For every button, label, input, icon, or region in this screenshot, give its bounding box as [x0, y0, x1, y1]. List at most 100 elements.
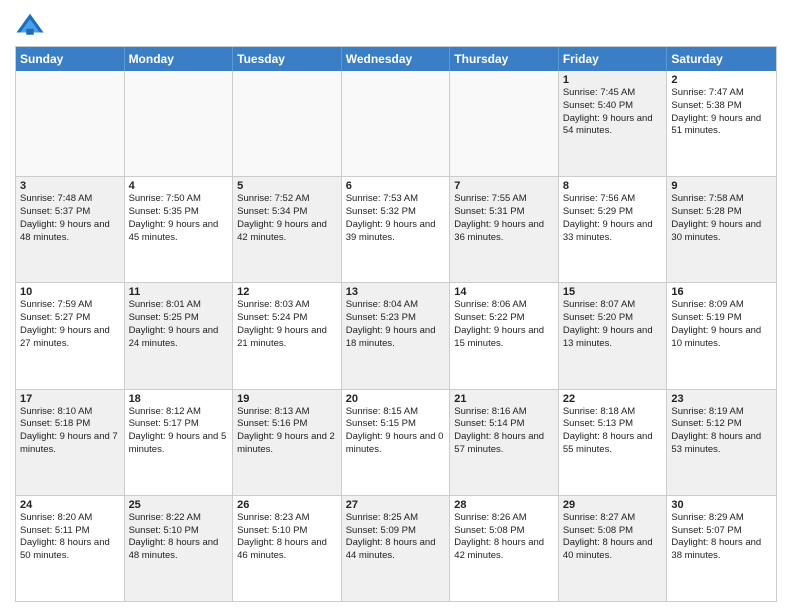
- day-number: 5: [237, 180, 337, 192]
- day-info: Sunrise: 7:59 AM Sunset: 5:27 PM Dayligh…: [20, 299, 120, 350]
- cal-header-cell: Friday: [559, 47, 668, 71]
- cal-header-cell: Monday: [125, 47, 234, 71]
- calendar-cell: 22Sunrise: 8:18 AM Sunset: 5:13 PM Dayli…: [559, 390, 668, 495]
- day-number: 19: [237, 393, 337, 405]
- calendar-cell: [450, 71, 559, 176]
- day-info: Sunrise: 8:12 AM Sunset: 5:17 PM Dayligh…: [129, 406, 229, 457]
- day-info: Sunrise: 8:20 AM Sunset: 5:11 PM Dayligh…: [20, 512, 120, 563]
- calendar-cell: 30Sunrise: 8:29 AM Sunset: 5:07 PM Dayli…: [667, 496, 776, 601]
- day-number: 20: [346, 393, 446, 405]
- day-number: 8: [563, 180, 663, 192]
- calendar-body: 1Sunrise: 7:45 AM Sunset: 5:40 PM Daylig…: [16, 71, 776, 601]
- day-number: 14: [454, 286, 554, 298]
- day-info: Sunrise: 8:23 AM Sunset: 5:10 PM Dayligh…: [237, 512, 337, 563]
- calendar-row: 10Sunrise: 7:59 AM Sunset: 5:27 PM Dayli…: [16, 283, 776, 389]
- calendar-cell: 29Sunrise: 8:27 AM Sunset: 5:08 PM Dayli…: [559, 496, 668, 601]
- day-number: 1: [563, 74, 663, 86]
- day-number: 30: [671, 499, 772, 511]
- calendar-cell: 7Sunrise: 7:55 AM Sunset: 5:31 PM Daylig…: [450, 177, 559, 282]
- day-info: Sunrise: 8:03 AM Sunset: 5:24 PM Dayligh…: [237, 299, 337, 350]
- calendar-cell: 18Sunrise: 8:12 AM Sunset: 5:17 PM Dayli…: [125, 390, 234, 495]
- day-info: Sunrise: 7:45 AM Sunset: 5:40 PM Dayligh…: [563, 87, 663, 138]
- day-number: 17: [20, 393, 120, 405]
- calendar-cell: [342, 71, 451, 176]
- calendar-cell: 1Sunrise: 7:45 AM Sunset: 5:40 PM Daylig…: [559, 71, 668, 176]
- day-number: 16: [671, 286, 772, 298]
- day-info: Sunrise: 8:27 AM Sunset: 5:08 PM Dayligh…: [563, 512, 663, 563]
- day-number: 28: [454, 499, 554, 511]
- day-number: 4: [129, 180, 229, 192]
- calendar-cell: [233, 71, 342, 176]
- calendar-row: 3Sunrise: 7:48 AM Sunset: 5:37 PM Daylig…: [16, 177, 776, 283]
- day-info: Sunrise: 7:47 AM Sunset: 5:38 PM Dayligh…: [671, 87, 772, 138]
- cal-header-cell: Wednesday: [342, 47, 451, 71]
- day-number: 24: [20, 499, 120, 511]
- day-info: Sunrise: 8:26 AM Sunset: 5:08 PM Dayligh…: [454, 512, 554, 563]
- calendar-cell: 15Sunrise: 8:07 AM Sunset: 5:20 PM Dayli…: [559, 283, 668, 388]
- day-info: Sunrise: 7:58 AM Sunset: 5:28 PM Dayligh…: [671, 193, 772, 244]
- day-info: Sunrise: 7:53 AM Sunset: 5:32 PM Dayligh…: [346, 193, 446, 244]
- calendar-cell: 8Sunrise: 7:56 AM Sunset: 5:29 PM Daylig…: [559, 177, 668, 282]
- calendar-row: 1Sunrise: 7:45 AM Sunset: 5:40 PM Daylig…: [16, 71, 776, 177]
- calendar-cell: 5Sunrise: 7:52 AM Sunset: 5:34 PM Daylig…: [233, 177, 342, 282]
- day-number: 13: [346, 286, 446, 298]
- day-info: Sunrise: 8:09 AM Sunset: 5:19 PM Dayligh…: [671, 299, 772, 350]
- day-number: 10: [20, 286, 120, 298]
- calendar-cell: 17Sunrise: 8:10 AM Sunset: 5:18 PM Dayli…: [16, 390, 125, 495]
- day-info: Sunrise: 8:06 AM Sunset: 5:22 PM Dayligh…: [454, 299, 554, 350]
- day-number: 21: [454, 393, 554, 405]
- cal-header-cell: Thursday: [450, 47, 559, 71]
- day-info: Sunrise: 7:52 AM Sunset: 5:34 PM Dayligh…: [237, 193, 337, 244]
- day-number: 7: [454, 180, 554, 192]
- day-info: Sunrise: 8:18 AM Sunset: 5:13 PM Dayligh…: [563, 406, 663, 457]
- calendar-cell: 20Sunrise: 8:15 AM Sunset: 5:15 PM Dayli…: [342, 390, 451, 495]
- day-info: Sunrise: 8:07 AM Sunset: 5:20 PM Dayligh…: [563, 299, 663, 350]
- calendar-cell: 19Sunrise: 8:13 AM Sunset: 5:16 PM Dayli…: [233, 390, 342, 495]
- day-info: Sunrise: 7:48 AM Sunset: 5:37 PM Dayligh…: [20, 193, 120, 244]
- calendar-cell: 23Sunrise: 8:19 AM Sunset: 5:12 PM Dayli…: [667, 390, 776, 495]
- calendar-cell: 24Sunrise: 8:20 AM Sunset: 5:11 PM Dayli…: [16, 496, 125, 601]
- day-info: Sunrise: 8:15 AM Sunset: 5:15 PM Dayligh…: [346, 406, 446, 457]
- calendar-cell: 13Sunrise: 8:04 AM Sunset: 5:23 PM Dayli…: [342, 283, 451, 388]
- day-info: Sunrise: 7:50 AM Sunset: 5:35 PM Dayligh…: [129, 193, 229, 244]
- day-number: 15: [563, 286, 663, 298]
- day-number: 29: [563, 499, 663, 511]
- calendar: SundayMondayTuesdayWednesdayThursdayFrid…: [15, 46, 777, 602]
- day-info: Sunrise: 8:01 AM Sunset: 5:25 PM Dayligh…: [129, 299, 229, 350]
- calendar-cell: 10Sunrise: 7:59 AM Sunset: 5:27 PM Dayli…: [16, 283, 125, 388]
- day-number: 6: [346, 180, 446, 192]
- day-info: Sunrise: 8:13 AM Sunset: 5:16 PM Dayligh…: [237, 406, 337, 457]
- day-number: 26: [237, 499, 337, 511]
- day-number: 9: [671, 180, 772, 192]
- calendar-cell: 2Sunrise: 7:47 AM Sunset: 5:38 PM Daylig…: [667, 71, 776, 176]
- calendar-cell: 9Sunrise: 7:58 AM Sunset: 5:28 PM Daylig…: [667, 177, 776, 282]
- logo-icon: [15, 10, 45, 40]
- calendar-header: SundayMondayTuesdayWednesdayThursdayFrid…: [16, 47, 776, 71]
- day-number: 3: [20, 180, 120, 192]
- calendar-cell: 28Sunrise: 8:26 AM Sunset: 5:08 PM Dayli…: [450, 496, 559, 601]
- calendar-cell: 25Sunrise: 8:22 AM Sunset: 5:10 PM Dayli…: [125, 496, 234, 601]
- calendar-cell: 4Sunrise: 7:50 AM Sunset: 5:35 PM Daylig…: [125, 177, 234, 282]
- calendar-cell: 26Sunrise: 8:23 AM Sunset: 5:10 PM Dayli…: [233, 496, 342, 601]
- calendar-cell: 3Sunrise: 7:48 AM Sunset: 5:37 PM Daylig…: [16, 177, 125, 282]
- day-number: 27: [346, 499, 446, 511]
- day-number: 12: [237, 286, 337, 298]
- cal-header-cell: Sunday: [16, 47, 125, 71]
- calendar-cell: [125, 71, 234, 176]
- day-info: Sunrise: 7:56 AM Sunset: 5:29 PM Dayligh…: [563, 193, 663, 244]
- cal-header-cell: Tuesday: [233, 47, 342, 71]
- calendar-cell: 14Sunrise: 8:06 AM Sunset: 5:22 PM Dayli…: [450, 283, 559, 388]
- day-number: 11: [129, 286, 229, 298]
- calendar-cell: 6Sunrise: 7:53 AM Sunset: 5:32 PM Daylig…: [342, 177, 451, 282]
- calendar-cell: [16, 71, 125, 176]
- calendar-cell: 27Sunrise: 8:25 AM Sunset: 5:09 PM Dayli…: [342, 496, 451, 601]
- day-info: Sunrise: 8:19 AM Sunset: 5:12 PM Dayligh…: [671, 406, 772, 457]
- day-info: Sunrise: 8:29 AM Sunset: 5:07 PM Dayligh…: [671, 512, 772, 563]
- calendar-row: 17Sunrise: 8:10 AM Sunset: 5:18 PM Dayli…: [16, 390, 776, 496]
- header: [15, 10, 777, 40]
- calendar-cell: 11Sunrise: 8:01 AM Sunset: 5:25 PM Dayli…: [125, 283, 234, 388]
- day-number: 18: [129, 393, 229, 405]
- day-number: 22: [563, 393, 663, 405]
- calendar-cell: 16Sunrise: 8:09 AM Sunset: 5:19 PM Dayli…: [667, 283, 776, 388]
- day-info: Sunrise: 8:04 AM Sunset: 5:23 PM Dayligh…: [346, 299, 446, 350]
